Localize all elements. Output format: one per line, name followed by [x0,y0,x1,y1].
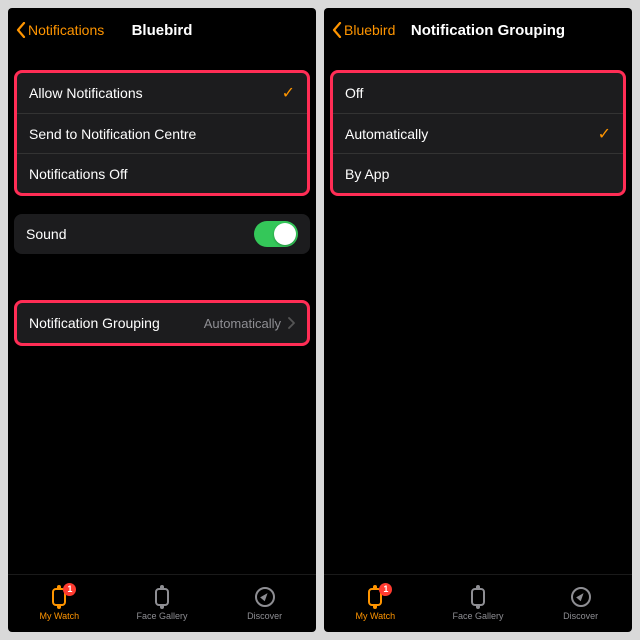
option-notifications-off[interactable]: Notifications Off [17,153,307,193]
option-automatically[interactable]: Automatically ✓ [333,113,623,153]
tab-my-watch[interactable]: 1 My Watch [324,575,427,632]
checkmark-icon: ✓ [282,83,295,103]
option-label: Notifications Off [29,166,128,182]
tab-label: Discover [247,611,282,621]
content: Off Automatically ✓ By App [324,52,632,574]
grouping-options-group: Off Automatically ✓ By App [330,70,626,196]
back-label: Bluebird [344,22,395,38]
back-button[interactable]: Notifications [16,22,104,38]
tab-label: Discover [563,611,598,621]
tab-label: Face Gallery [136,611,187,621]
grouping-label: Notification Grouping [29,315,160,331]
watch-icon: 1 [363,586,387,608]
option-label: Allow Notifications [29,85,143,101]
tab-bar: 1 My Watch Face Gallery Discover [8,574,316,632]
tab-face-gallery[interactable]: Face Gallery [427,575,530,632]
sound-label: Sound [26,226,66,242]
toggle-knob [274,223,296,245]
option-off[interactable]: Off [333,73,623,113]
screen-bluebird-settings: Notifications Bluebird Allow Notificatio… [8,8,316,632]
tab-label: Face Gallery [452,611,503,621]
sound-group: Sound [14,214,310,254]
option-label: Send to Notification Centre [29,126,196,142]
chevron-left-icon [332,22,342,38]
screen-notification-grouping: Bluebird Notification Grouping Off Autom… [324,8,632,632]
option-label: Automatically [345,126,428,142]
compass-icon [569,586,593,608]
tab-bar: 1 My Watch Face Gallery Discover [324,574,632,632]
option-label: Off [345,85,363,101]
nav-bar: Bluebird Notification Grouping [324,8,632,52]
notification-mode-group: Allow Notifications ✓ Send to Notificati… [14,70,310,196]
back-button[interactable]: Bluebird [332,22,395,38]
tab-face-gallery[interactable]: Face Gallery [111,575,214,632]
chevron-left-icon [16,22,26,38]
tab-discover[interactable]: Discover [529,575,632,632]
sound-row[interactable]: Sound [14,214,310,254]
option-label: By App [345,166,389,182]
tab-label: My Watch [40,611,80,621]
tab-discover[interactable]: Discover [213,575,316,632]
chevron-right-icon [287,317,295,329]
option-send-to-centre[interactable]: Send to Notification Centre [17,113,307,153]
watch-icon: 1 [47,586,71,608]
badge: 1 [379,583,392,596]
checkmark-icon: ✓ [598,124,611,144]
tab-my-watch[interactable]: 1 My Watch [8,575,111,632]
watch-face-icon [150,586,174,608]
notification-grouping-row[interactable]: Notification Grouping Automatically [17,303,307,343]
watch-face-icon [466,586,490,608]
badge: 1 [63,583,76,596]
content: Allow Notifications ✓ Send to Notificati… [8,52,316,574]
option-allow-notifications[interactable]: Allow Notifications ✓ [17,73,307,113]
back-label: Notifications [28,22,104,38]
grouping-value: Automatically [204,316,281,331]
option-by-app[interactable]: By App [333,153,623,193]
tab-label: My Watch [356,611,396,621]
sound-toggle[interactable] [254,221,298,247]
compass-icon [253,586,277,608]
grouping-group: Notification Grouping Automatically [14,300,310,346]
nav-bar: Notifications Bluebird [8,8,316,52]
